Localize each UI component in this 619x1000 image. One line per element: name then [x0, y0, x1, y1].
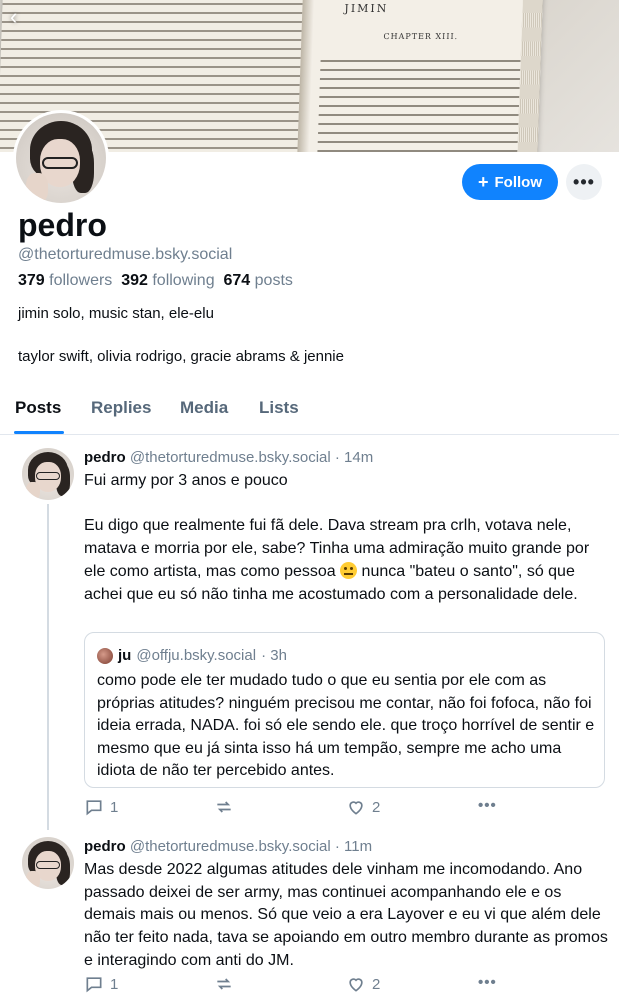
reply-button[interactable]: 1	[84, 974, 118, 994]
profile-tabs: Posts Replies Media Lists	[0, 390, 619, 435]
posts-count: 674	[223, 272, 251, 289]
quoted-post-text: como pode ele ter mudado tudo o que eu s…	[97, 672, 595, 779]
reply-icon	[86, 977, 102, 993]
post-author-name[interactable]: pedro	[84, 838, 126, 855]
post-text: Fui army por 3 anos e pouco Eu digo que …	[84, 470, 609, 606]
post-more-icon[interactable]: •••	[478, 797, 497, 814]
post-text: Mas desde 2022 algumas atitudes dele vin…	[84, 861, 608, 969]
post-author-handle[interactable]: @thetorturedmuse.bsky.social	[130, 838, 331, 855]
profile-bio-line-1: jimin solo, music stan, ele-elu	[18, 305, 214, 322]
post-author-avatar[interactable]	[22, 448, 74, 500]
quoted-post[interactable]: ju @offju.bsky.social · 3h como pode ele…	[84, 632, 605, 788]
tab-replies[interactable]: Replies	[91, 398, 151, 418]
post-header: pedro @thetorturedmuse.bsky.social · 11m	[84, 838, 372, 855]
post-paragraph: Eu digo que realmente fui fã dele. Dava …	[84, 517, 590, 603]
post-paragraph: Fui army por 3 anos e pouco	[84, 472, 288, 489]
profile-stats: 379 followers 392 following 674 posts	[18, 272, 293, 290]
book-chapter-subtitle: CHAPTER XIII.	[383, 32, 459, 41]
post-more-icon[interactable]: •••	[478, 974, 497, 991]
followers-label: followers	[49, 272, 113, 289]
follow-button[interactable]: + Follow	[462, 164, 558, 200]
following-link[interactable]: 392 following	[121, 272, 214, 289]
following-count: 392	[121, 272, 148, 289]
neutral-face-emoji-icon	[340, 561, 358, 579]
post-author-avatar[interactable]	[22, 837, 74, 889]
posts-stat: 674 posts	[224, 272, 293, 289]
book-right-page: JIMIN CHAPTER XIII.	[308, 0, 544, 152]
back-arrow-icon[interactable]: ‹	[10, 6, 34, 30]
heart-icon	[349, 801, 363, 815]
more-options-button[interactable]: •••	[566, 164, 602, 200]
followers-link[interactable]: 379 followers	[18, 272, 112, 289]
followers-count: 379	[18, 272, 45, 289]
repost-button[interactable]	[214, 974, 234, 994]
post-timestamp[interactable]: · 11m	[335, 838, 372, 855]
active-tab-indicator	[14, 431, 64, 434]
post-author-handle[interactable]: @thetorturedmuse.bsky.social	[130, 449, 331, 466]
repost-icon	[217, 801, 231, 813]
follow-button-label: Follow	[494, 173, 543, 191]
profile-bio-line-2: taylor swift, olivia rodrigo, gracie abr…	[18, 348, 344, 365]
repost-icon	[217, 978, 231, 990]
post-header: pedro @thetorturedmuse.bsky.social · 14m	[84, 449, 373, 466]
profile-display-name: pedro	[18, 207, 107, 243]
reply-count: 1	[110, 798, 119, 816]
book-chapter-title: JIMIN	[344, 2, 389, 15]
plus-icon: +	[477, 172, 489, 192]
post-actions: 1 2 •••	[84, 797, 604, 821]
repost-button[interactable]	[214, 797, 234, 817]
quoted-post-header: ju @offju.bsky.social · 3h	[97, 647, 287, 664]
post-timestamp[interactable]: · 14m	[335, 449, 373, 466]
posts-label: posts	[254, 272, 293, 289]
reply-button[interactable]: 1	[84, 797, 118, 817]
thread-line	[47, 504, 49, 830]
post-author-name[interactable]: pedro	[84, 449, 126, 466]
like-count: 2	[372, 798, 381, 816]
quoted-author-name: ju	[118, 647, 132, 664]
heart-icon	[349, 978, 363, 992]
post-actions: 1 2 •••	[84, 974, 604, 998]
reply-count: 1	[110, 975, 119, 993]
profile-avatar[interactable]	[13, 110, 109, 206]
tab-media[interactable]: Media	[180, 398, 228, 418]
like-button[interactable]: 2	[346, 797, 380, 817]
quoted-timestamp: · 3h	[261, 647, 287, 664]
tab-lists[interactable]: Lists	[259, 398, 299, 418]
following-label: following	[152, 272, 215, 289]
like-count: 2	[372, 975, 381, 993]
profile-handle: @thetorturedmuse.bsky.social	[18, 246, 233, 263]
quoted-author-handle: @offju.bsky.social	[136, 647, 257, 664]
like-button[interactable]: 2	[346, 974, 380, 994]
quoted-author-avatar	[97, 647, 113, 664]
book-text-lines	[316, 56, 521, 152]
reply-icon	[86, 800, 102, 816]
tab-posts[interactable]: Posts	[15, 398, 61, 418]
